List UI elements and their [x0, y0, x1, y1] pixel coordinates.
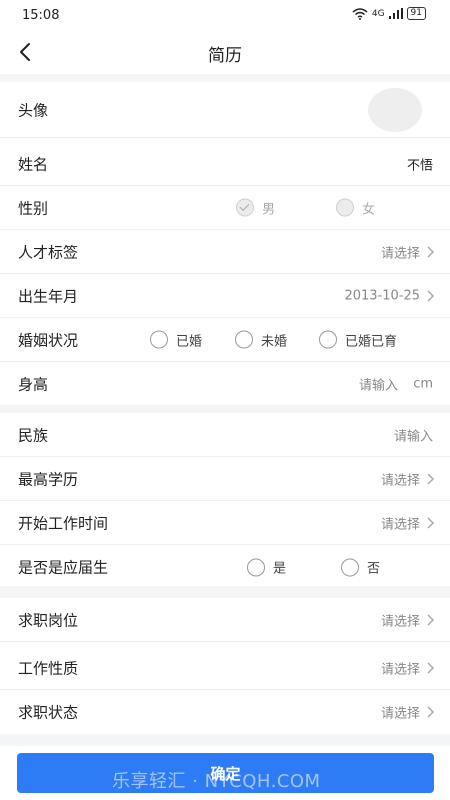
job-type-value: 请选择	[380, 662, 420, 677]
wifi-icon	[352, 7, 368, 20]
gender-option-female[interactable]: 女	[336, 198, 375, 217]
job-type-label: 工作性质	[18, 659, 79, 677]
graduate-option-no[interactable]: 否	[341, 558, 380, 577]
name-row[interactable]: 姓名 不悟	[0, 142, 450, 186]
marital-label: 婚姻状况	[18, 331, 79, 349]
radio-icon	[319, 330, 337, 349]
job-status-label: 求职状态	[18, 703, 79, 722]
chevron-right-icon	[427, 613, 435, 626]
talent-tag-value: 请选择	[380, 246, 420, 261]
talent-tag-row[interactable]: 人才标签 请选择	[0, 230, 450, 274]
graduate-option-label: 否	[367, 561, 381, 577]
gender-option-male[interactable]: 男	[236, 198, 275, 217]
birth-value: 2013-10-25	[344, 288, 420, 303]
job-type-row[interactable]: 工作性质 请选择	[0, 646, 450, 690]
position-label: 求职岗位	[18, 611, 79, 629]
height-input[interactable]: 请输入	[359, 375, 398, 394]
name-label: 姓名	[18, 155, 49, 173]
education-value: 请选择	[380, 473, 420, 488]
section-divider	[0, 405, 450, 413]
position-row[interactable]: 求职岗位 请选择	[0, 598, 450, 642]
network-label: 4G	[371, 8, 385, 19]
gender-option-label: 男	[262, 202, 276, 217]
name-value[interactable]: 不悟	[407, 154, 433, 173]
ethnicity-row[interactable]: 民族 请输入	[0, 413, 450, 457]
chevron-right-icon	[427, 661, 435, 674]
avatar[interactable]	[368, 87, 422, 132]
work-start-row[interactable]: 开始工作时间 请选择	[0, 501, 450, 545]
ethnicity-input[interactable]: 请输入	[394, 425, 433, 444]
marital-option-label: 已婚	[176, 334, 203, 349]
education-label: 最高学历	[18, 470, 79, 488]
job-status-value: 请选择	[380, 706, 420, 722]
signal-icon	[388, 8, 403, 19]
job-status-row[interactable]: 求职状态 请选择	[0, 690, 450, 734]
marital-option-single[interactable]: 未婚	[235, 330, 287, 349]
graduate-label: 是否是应届生	[18, 558, 109, 577]
chevron-right-icon	[427, 245, 435, 258]
radio-icon	[341, 558, 359, 576]
position-value: 请选择	[380, 614, 420, 629]
work-start-label: 开始工作时间	[18, 514, 109, 532]
radio-icon	[247, 558, 265, 576]
radio-checked-icon	[236, 198, 254, 217]
avatar-row[interactable]: 头像	[0, 82, 450, 138]
radio-icon	[150, 330, 168, 349]
chevron-right-icon	[427, 289, 435, 302]
section-divider	[0, 74, 450, 82]
battery-icon: 91	[406, 7, 426, 20]
marital-row: 婚姻状况 已婚 未婚 已婚已育	[0, 318, 450, 362]
height-unit: cm	[413, 376, 433, 392]
chevron-right-icon	[427, 706, 435, 718]
section-divider	[0, 734, 450, 746]
marital-option-married-with-children[interactable]: 已婚已育	[319, 330, 397, 349]
ethnicity-label: 民族	[18, 426, 49, 444]
radio-icon	[336, 198, 354, 217]
watermark: 乐享轻汇 · NYCQH.COM	[112, 771, 321, 792]
chevron-right-icon	[427, 472, 435, 485]
marital-option-married[interactable]: 已婚	[150, 330, 202, 349]
education-row[interactable]: 最高学历 请选择	[0, 457, 450, 501]
page-title: 简历	[208, 46, 242, 66]
gender-option-label: 女	[362, 202, 376, 217]
status-icons: 4G 91	[352, 7, 426, 20]
height-row[interactable]: 身高 请输入 cm	[0, 362, 450, 406]
status-bar: 15:08 4G 91	[0, 0, 450, 30]
talent-tag-label: 人才标签	[18, 243, 79, 261]
marital-option-label: 未婚	[261, 334, 288, 349]
birth-label: 出生年月	[18, 287, 79, 305]
graduate-option-label: 是	[273, 561, 287, 577]
height-label: 身高	[18, 375, 49, 394]
nav-bar: 简历	[0, 30, 450, 74]
marital-option-label: 已婚已育	[345, 334, 398, 349]
gender-label: 性别	[18, 199, 49, 217]
avatar-label: 头像	[18, 101, 49, 119]
status-time: 15:08	[22, 8, 60, 23]
birth-row[interactable]: 出生年月 2013-10-25	[0, 274, 450, 318]
work-start-value: 请选择	[380, 517, 420, 532]
graduate-option-yes[interactable]: 是	[247, 558, 286, 577]
radio-icon	[235, 330, 253, 349]
graduate-row: 是否是应届生 是 否	[0, 545, 450, 589]
gender-row: 性别 男 女	[0, 186, 450, 230]
chevron-right-icon	[427, 516, 435, 529]
